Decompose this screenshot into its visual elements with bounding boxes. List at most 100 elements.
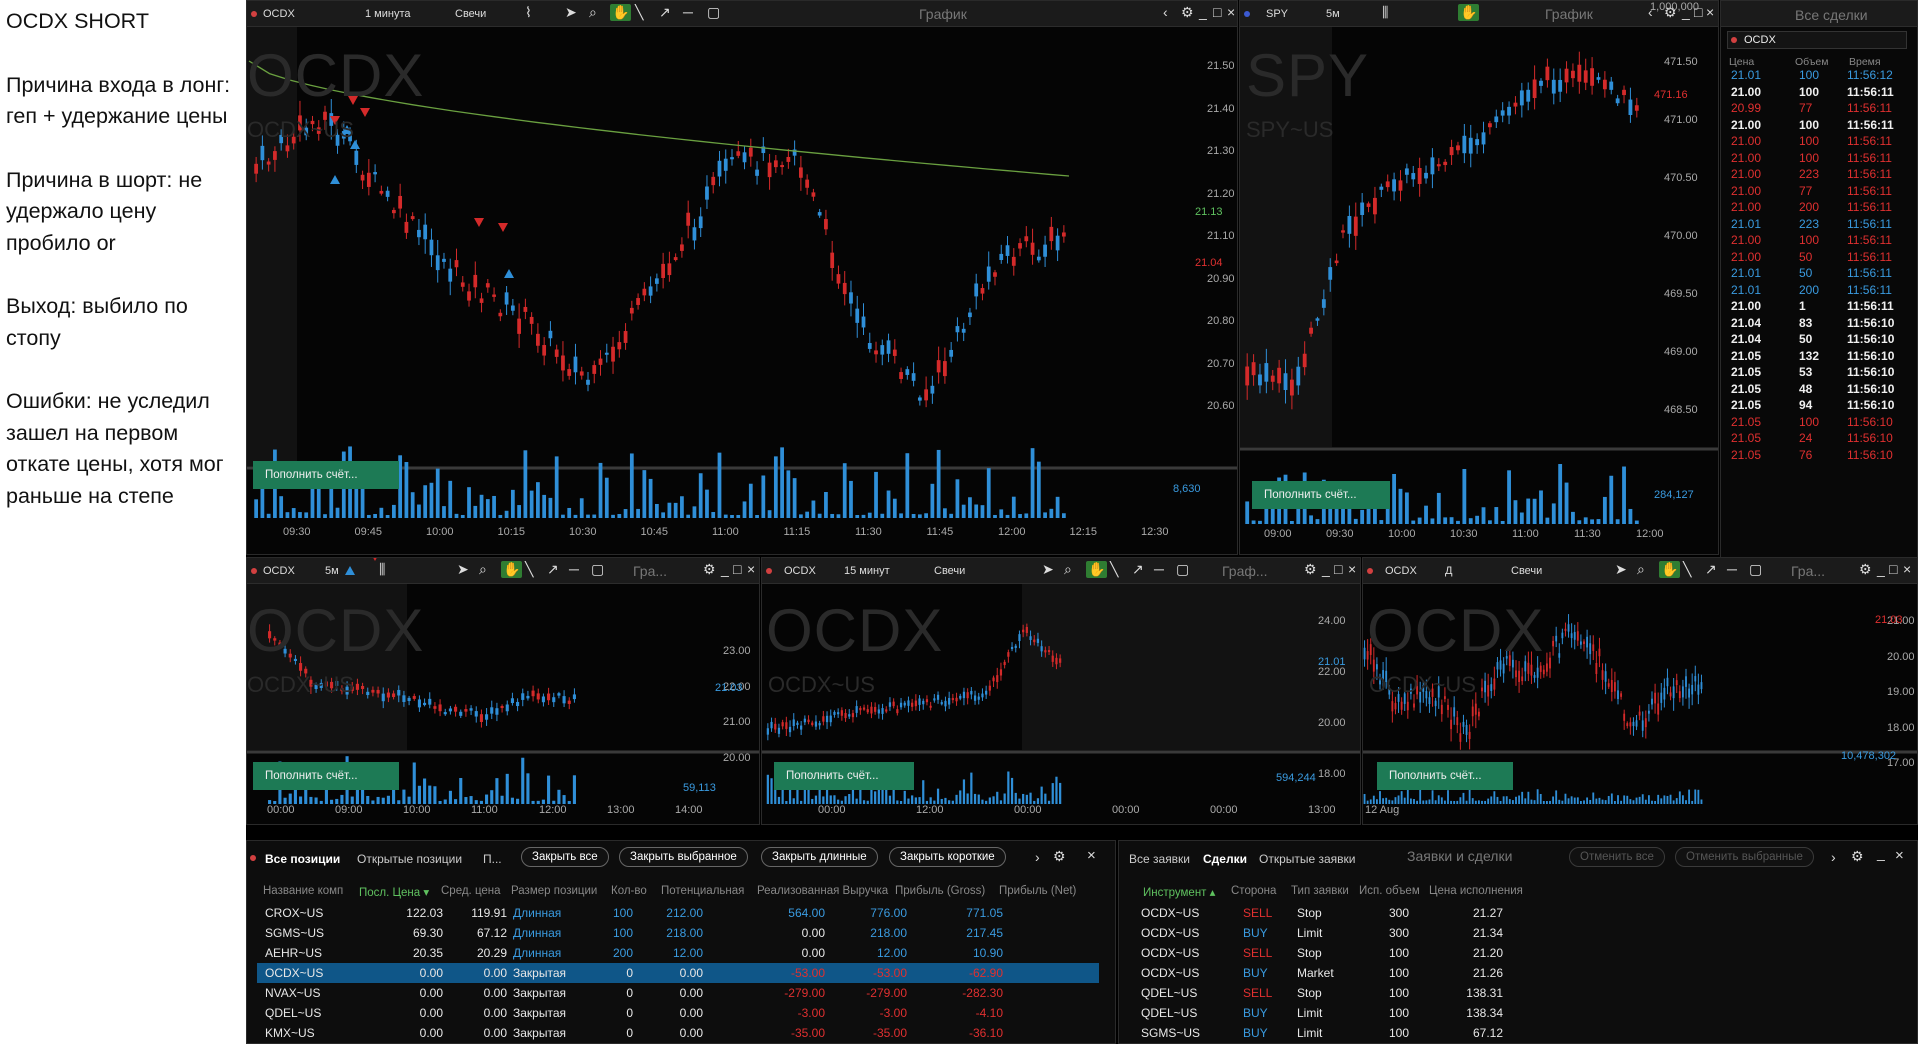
candle-body	[1654, 692, 1657, 704]
position-row[interactable]: AEHR~US 20.35 20.29 Длинная 200 12.00 0.00 12.0…	[257, 943, 1099, 963]
volume-bar	[899, 513, 903, 518]
volume-bar	[516, 798, 520, 804]
position-row[interactable]: NVAX~US 0.00 0.00 Закрытая 0 0.00 -279.00 -279.…	[257, 983, 1099, 1003]
close-icon[interactable]: ×	[1087, 847, 1096, 864]
candle-body	[531, 690, 535, 697]
tab-open-positions[interactable]: Открытые позиции	[357, 852, 462, 866]
col-gross[interactable]: Прибыль (Gross)	[895, 885, 985, 897]
volume-bar	[611, 514, 615, 518]
tab-open-orders[interactable]: Открытые заявки	[1259, 852, 1356, 866]
position-realized: -53.00	[790, 966, 825, 980]
gear-icon[interactable]: ⚙	[1053, 848, 1066, 865]
candle-body	[510, 698, 514, 704]
volume-bar	[485, 794, 489, 804]
col-position-size[interactable]: Размер позиции	[511, 885, 597, 897]
order-row[interactable]: OCDX~US SELL Stop 300 21.27	[1119, 903, 1917, 923]
candle-body	[1615, 98, 1620, 104]
col-last-price[interactable]: Посл. Цена ▾	[359, 885, 429, 899]
fund-account-button[interactable]: Пополнить счёт...	[774, 762, 914, 790]
col-order-type[interactable]: Тип заявки	[1291, 885, 1349, 897]
order-row[interactable]: OCDX~US BUY Market 100 21.26	[1119, 963, 1917, 983]
fund-account-button[interactable]: Пополнить счёт...	[1252, 481, 1390, 509]
order-row[interactable]: OCDX~US BUY Limit 300 21.34	[1119, 923, 1917, 943]
volume-bar	[1558, 464, 1563, 524]
close-short-button[interactable]: Закрыть короткие	[889, 847, 1006, 867]
volume-bar	[936, 449, 941, 518]
order-row[interactable]: SGMS~US BUY Limit 100 67.12	[1119, 1023, 1917, 1043]
candle-body	[1025, 626, 1028, 633]
candle-body	[1561, 632, 1564, 639]
col-realized[interactable]: Реализованная Выручка	[757, 885, 888, 897]
volume-bar	[1400, 791, 1403, 804]
position-row[interactable]: SGMS~US 69.30 67.12 Длинная 100 218.00 0.00 218…	[257, 923, 1099, 943]
ts-time: 11:56:11	[1847, 101, 1892, 115]
time-sales-symbol-input[interactable]: OCDX	[1727, 31, 1907, 49]
col-avg-price[interactable]: Сред. цена	[441, 885, 501, 897]
candle-body	[1644, 718, 1647, 728]
position-net: -62.90	[968, 966, 1003, 980]
close-selected-button[interactable]: Закрыть выбранное	[619, 847, 748, 867]
tab-all-orders[interactable]: Все заявки	[1129, 852, 1190, 866]
candle-body	[999, 669, 1003, 676]
position-row[interactable]: QDEL~US 0.00 0.00 Закрытая 0 0.00 -3.00 -3.00 -4…	[257, 1003, 1099, 1023]
candle-body	[1258, 374, 1262, 386]
order-row[interactable]: QDEL~US SELL Stop 100 138.31	[1119, 983, 1917, 1003]
candle-body	[811, 722, 814, 726]
volume-bar	[951, 800, 954, 804]
volume-bar	[1567, 798, 1570, 804]
volume-bar	[924, 513, 928, 518]
col-instrument[interactable]: Инструмент ▴	[1143, 885, 1215, 899]
cancel-selected-button[interactable]: Отменить выбранные	[1675, 847, 1814, 867]
gear-icon[interactable]: ⚙	[1851, 848, 1864, 865]
scroll-right-icon[interactable]: ›	[1831, 849, 1836, 865]
close-icon[interactable]: ×	[1895, 847, 1904, 864]
col-qty[interactable]: Кол-во	[611, 885, 647, 897]
position-potential: 0.00	[679, 986, 703, 1000]
col-potential[interactable]: Потенциальная	[661, 885, 744, 897]
col-fill-price[interactable]: Цена исполнения	[1429, 885, 1523, 897]
candle-body	[1583, 641, 1585, 644]
position-row[interactable]: KMX~US 0.00 0.00 Закрытая 0 0.00 -35.00 -35.00-…	[257, 1023, 1099, 1043]
tab-trades[interactable]: Сделки	[1203, 852, 1247, 866]
volume-bar	[1672, 800, 1675, 804]
candle-body	[774, 723, 777, 730]
minimize-icon[interactable]: _	[1877, 845, 1885, 861]
volume-bar	[811, 798, 814, 804]
close-long-button[interactable]: Закрыть длинные	[761, 847, 878, 867]
col-net[interactable]: Прибыль (Net)	[999, 885, 1076, 897]
candle-body	[1440, 704, 1443, 715]
candle-body	[742, 152, 747, 163]
position-gross: -53.00	[872, 966, 907, 980]
position-row[interactable]: CROX~US 122.03 119.91 Длинная 100 212.00 564.0…	[257, 903, 1099, 923]
time-tick-label: 13:00	[607, 804, 635, 816]
fund-account-button[interactable]: Пополнить счёт...	[253, 461, 399, 489]
cancel-all-button[interactable]: Отменить все	[1569, 847, 1665, 867]
scroll-right-icon[interactable]: ›	[1035, 849, 1040, 865]
position-row[interactable]: OCDX~US 0.00 0.00 Закрытая 0 0.00 -53.00 -53.00…	[257, 963, 1099, 983]
candle-body	[1436, 164, 1441, 167]
order-row[interactable]: QDEL~US BUY Limit 100 138.34	[1119, 1003, 1917, 1023]
candle-body	[1622, 89, 1626, 96]
order-row[interactable]: OCDX~US SELL Stop 100 21.20	[1119, 943, 1917, 963]
candle-body	[355, 683, 359, 690]
volume-bar	[730, 514, 734, 518]
volume-bar	[1360, 509, 1365, 524]
volume-bar	[1428, 799, 1431, 804]
fund-account-button[interactable]: Пополнить счёт...	[253, 762, 399, 790]
close-all-button[interactable]: Закрыть все	[521, 847, 609, 867]
fund-account-button[interactable]: Пополнить счёт...	[1377, 762, 1513, 790]
candle-body	[955, 326, 960, 333]
volume-bar	[824, 491, 828, 518]
tab-more[interactable]: П...	[483, 852, 502, 866]
volume-bar	[742, 501, 747, 518]
volume-bar	[323, 514, 327, 518]
volume-bar	[855, 514, 860, 518]
price-tick-label: 18.00	[1318, 768, 1346, 780]
candle-body	[398, 195, 403, 209]
tab-all-positions[interactable]: Все позиции	[265, 852, 340, 866]
col-filled-qty[interactable]: Исп. объем	[1359, 885, 1420, 897]
col-name[interactable]: Название комп	[263, 885, 343, 897]
order-fill-price: 138.34	[1466, 1006, 1503, 1020]
candle-body	[417, 699, 421, 708]
col-side[interactable]: Сторона	[1231, 885, 1276, 897]
